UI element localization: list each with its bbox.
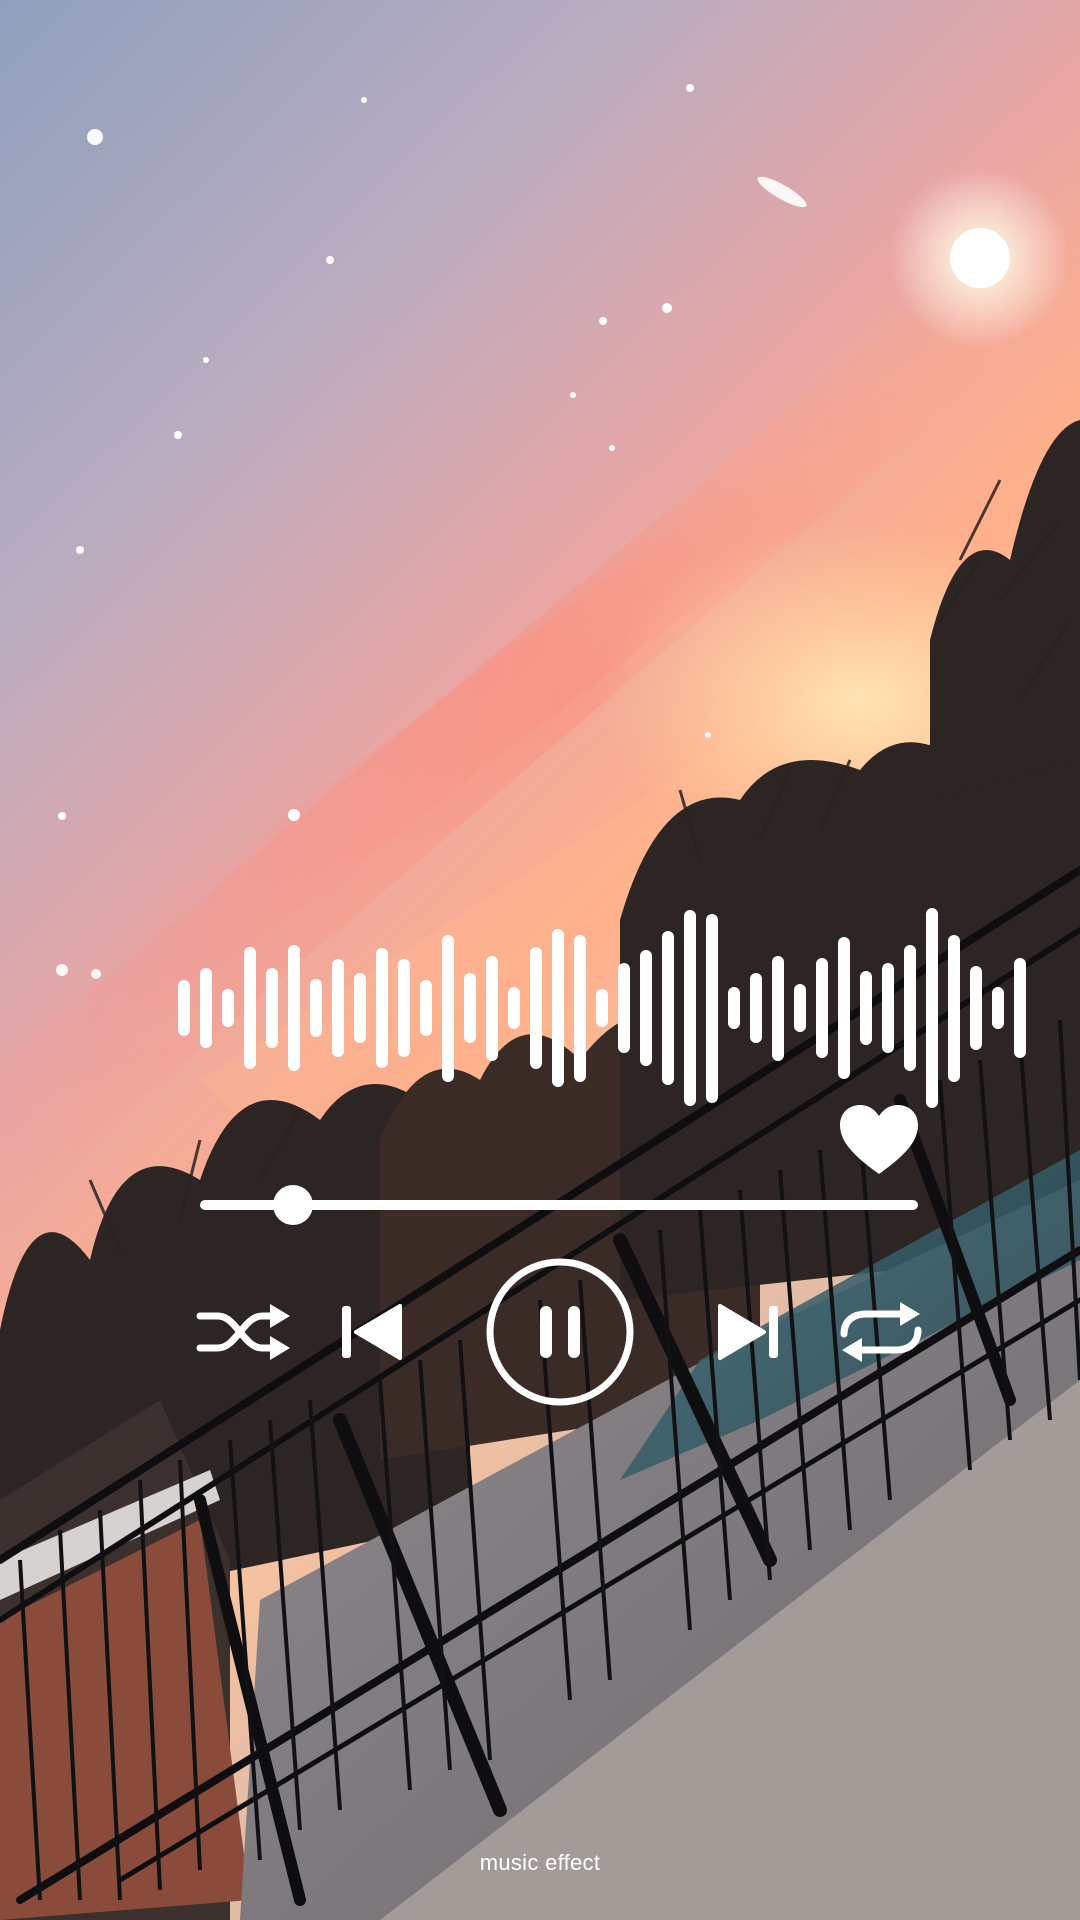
waveform-bar: [596, 989, 608, 1027]
waveform-bar: [508, 987, 520, 1029]
waveform-bar: [684, 910, 696, 1106]
waveform-bar: [662, 931, 674, 1085]
waveform-bar: [552, 929, 564, 1087]
heart-icon[interactable]: [838, 1104, 920, 1176]
shuffle-icon[interactable]: [196, 1300, 292, 1364]
progress-bar[interactable]: [200, 1185, 918, 1225]
waveform-bar: [200, 968, 212, 1048]
waveform-bar: [772, 955, 784, 1061]
waveform-bar: [816, 957, 828, 1059]
waveform-bar: [706, 913, 718, 1103]
waveform-bar: [420, 979, 432, 1037]
waveform-bar: [244, 947, 256, 1069]
waveform-bar: [178, 979, 190, 1037]
waveform-bar: [530, 947, 542, 1069]
waveform-bar: [926, 908, 938, 1108]
caption-text: music effect: [479, 1850, 601, 1875]
repeat-icon[interactable]: [836, 1300, 926, 1364]
waveform-bar: [992, 987, 1004, 1029]
waveform-bar: [442, 934, 454, 1082]
waveform-bar: [860, 971, 872, 1045]
waveform-bar: [574, 934, 586, 1082]
pause-icon[interactable]: [484, 1256, 636, 1408]
waveform-bar: [750, 973, 762, 1043]
waveform-bar: [882, 962, 894, 1054]
waveform-bar: [398, 958, 410, 1058]
waveform-bar: [332, 958, 344, 1058]
waveform-bar: [288, 945, 300, 1071]
waveform-bar: [728, 987, 740, 1029]
music-player-screen: music effect: [0, 0, 1080, 1920]
waveform-bar: [640, 950, 652, 1066]
waveform-bar: [464, 973, 476, 1043]
waveform-bar: [310, 978, 322, 1038]
waveform-bar: [970, 966, 982, 1050]
waveform-bar: [486, 955, 498, 1061]
waveform-bar: [838, 936, 850, 1080]
waveform-bar: [354, 973, 366, 1043]
waveform-bar: [618, 962, 630, 1054]
waveform-bar: [222, 989, 234, 1027]
waveform-bar: [948, 934, 960, 1082]
skip-next-icon[interactable]: [716, 1300, 784, 1364]
waveform-bar: [1014, 957, 1026, 1059]
skip-previous-icon[interactable]: [336, 1300, 404, 1364]
waveform-bar: [376, 948, 388, 1068]
waveform-bar: [794, 983, 806, 1033]
waveform-bar: [266, 968, 278, 1048]
waveform-bar: [904, 945, 916, 1071]
